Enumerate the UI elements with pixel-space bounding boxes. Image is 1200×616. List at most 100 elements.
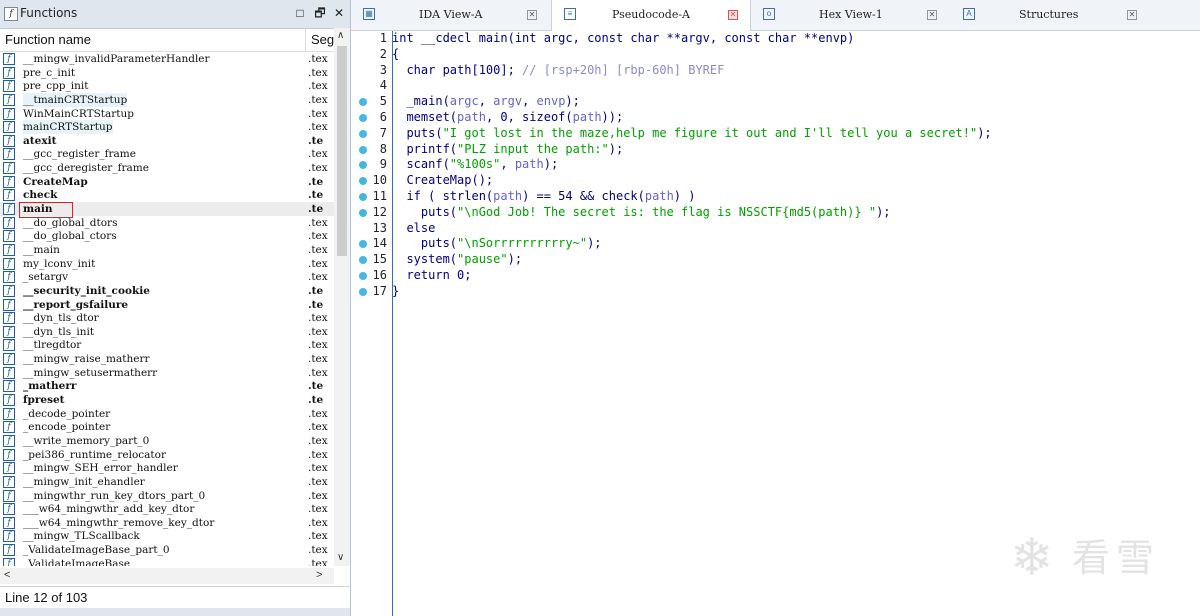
pseudocode-icon: ≡ [564, 8, 576, 20]
functions-list[interactable]: f __mingw_invalidParameterHandler .tex f pre… [0, 52, 334, 566]
close-window-button[interactable]: ✕ [331, 5, 347, 21]
function-row[interactable]: f _setargv .tex [0, 270, 334, 284]
scroll-up-icon[interactable]: ∧ [337, 30, 344, 41]
tab-structures[interactable]: A Structures ✕ [951, 0, 1151, 30]
function-row[interactable]: f __main .tex [0, 243, 334, 257]
function-row[interactable]: f __gcc_register_frame .tex [0, 147, 334, 161]
function-row[interactable]: f WinMainCRTStartup .tex [0, 107, 334, 121]
code-line[interactable]: 17} [351, 284, 1200, 300]
functions-horizontal-scrollbar[interactable]: < > [0, 568, 334, 584]
function-row[interactable]: f CreateMap .te [0, 175, 334, 189]
function-row[interactable]: f pre_c_init .tex [0, 66, 334, 80]
tab-ida-view-a[interactable]: ▦ IDA View-A ✕ [351, 0, 551, 30]
column-separator[interactable] [305, 29, 306, 51]
scroll-right-icon[interactable]: > [316, 569, 322, 581]
column-function-name[interactable]: Function name [5, 32, 91, 47]
function-row[interactable]: f __mingw_init_ehandler .tex [0, 475, 334, 489]
function-segment: .tex [308, 407, 328, 420]
function-row[interactable]: f __gcc_deregister_frame .tex [0, 161, 334, 175]
float-window-button[interactable]: 🗗 [312, 5, 328, 21]
function-row[interactable]: f _decode_pointer .tex [0, 407, 334, 421]
code-line[interactable]: 5 _main(argc, argv, envp); [351, 94, 1200, 110]
function-name: _ValidateImageBase_part_0 [23, 544, 170, 557]
line-number: 3 [379, 62, 387, 77]
code-line[interactable]: 15 system("pause"); [351, 252, 1200, 268]
function-name: __mingwthr_run_key_dtors_part_0 [23, 489, 206, 502]
function-row[interactable]: f __mingw_invalidParameterHandler .tex [0, 52, 334, 66]
code-line[interactable]: 7 puts("I got lost in the maze,help me f… [351, 126, 1200, 142]
function-row[interactable]: f __report_gsfailure .te [0, 298, 334, 312]
function-row[interactable]: f fpreset .te [0, 393, 334, 407]
function-segment: .tex [308, 230, 328, 243]
code-line[interactable]: 10 CreateMap(); [351, 173, 1200, 189]
function-row[interactable]: f ___w64_mingwthr_add_key_dtor .tex [0, 502, 334, 516]
function-row[interactable]: f _encode_pointer .tex [0, 420, 334, 434]
close-tab-icon[interactable]: ✕ [527, 10, 537, 20]
function-icon: f [3, 298, 15, 311]
function-icon: f [3, 257, 15, 270]
restore-window-button[interactable]: □ [292, 5, 308, 21]
tab-pseudocode-a[interactable]: ≡ Pseudocode-A ✕ [551, 0, 751, 31]
function-icon: f [3, 312, 15, 325]
scroll-thumb[interactable] [337, 46, 347, 256]
code-line[interactable]: 11 if ( strlen(path) == 54 && check(path… [351, 189, 1200, 205]
column-segment[interactable]: Seg [311, 32, 334, 47]
line-number: 4 [379, 78, 387, 93]
function-row[interactable]: f _pei386_runtime_relocator .tex [0, 448, 334, 462]
code-line[interactable]: 12 puts("\nGod Job! The secret is: the f… [351, 205, 1200, 221]
function-row[interactable]: f my_lconv_init .tex [0, 257, 334, 271]
function-name: __mingw_TLScallback [23, 530, 140, 543]
function-row[interactable]: f _ValidateImageBase_part_0 .tex [0, 543, 334, 557]
line-number: 12 [372, 204, 387, 219]
line-number: 2 [379, 46, 387, 61]
function-row[interactable]: f _matherr .te [0, 379, 334, 393]
function-row[interactable]: f __security_init_cookie .te [0, 284, 334, 298]
functions-vertical-scrollbar[interactable]: ∧ ∨ [334, 28, 350, 566]
function-segment: .te [308, 175, 324, 188]
function-row[interactable]: f _ValidateImageBase .tex [0, 557, 334, 566]
function-row[interactable]: f __mingw_raise_matherr .tex [0, 352, 334, 366]
code-line[interactable]: 4 [351, 78, 1200, 94]
code-line[interactable]: 2{ [351, 47, 1200, 63]
code-line[interactable]: 14 puts("\nSorrrrrrrrrry~"); [351, 236, 1200, 252]
function-row[interactable]: f __mingw_SEH_error_handler .tex [0, 461, 334, 475]
function-row[interactable]: f ___w64_mingwthr_remove_key_dtor .tex [0, 516, 334, 530]
line-number: 16 [372, 267, 387, 282]
code-text: system("pause"); [392, 252, 523, 267]
function-row[interactable]: f __do_global_ctors .tex [0, 229, 334, 243]
function-row[interactable]: f __mingw_TLScallback .tex [0, 529, 334, 543]
code-line[interactable]: 9 scanf("%100s", path); [351, 157, 1200, 173]
close-tab-icon[interactable]: ✕ [927, 10, 937, 20]
function-row[interactable]: f atexit .te [0, 134, 334, 148]
function-row[interactable]: f __mingw_setusermatherr .tex [0, 366, 334, 380]
function-row[interactable]: f __write_memory_part_0 .tex [0, 434, 334, 448]
function-segment: .tex [308, 366, 328, 379]
code-line[interactable]: 16 return 0; [351, 268, 1200, 284]
close-tab-icon[interactable]: ✕ [1127, 10, 1137, 20]
functions-title: Functions [20, 6, 78, 20]
scroll-down-icon[interactable]: ∨ [337, 552, 344, 563]
code-text: puts("\nSorrrrrrrrrry~"); [392, 236, 602, 251]
function-segment: .tex [308, 462, 328, 475]
code-line[interactable]: 8 printf("PLZ input the path:"); [351, 142, 1200, 158]
function-row[interactable]: f check .te [0, 188, 334, 202]
tab-hex-view-1[interactable]: o Hex View-1 ✕ [751, 0, 951, 30]
function-row[interactable]: f __tlregdtor .tex [0, 338, 334, 352]
function-row[interactable]: f __dyn_tls_init .tex [0, 325, 334, 339]
function-name: __mingw_invalidParameterHandler [23, 53, 210, 65]
function-row[interactable]: f __dyn_tls_dtor .tex [0, 311, 334, 325]
function-row[interactable]: f mainCRTStartup .tex [0, 120, 334, 135]
function-row[interactable]: f pre_cpp_init .tex [0, 79, 334, 93]
function-row[interactable]: f __tmainCRTStartup .tex [0, 92, 334, 107]
function-row[interactable]: f __mingwthr_run_key_dtors_part_0 .tex [0, 489, 334, 503]
code-line[interactable]: 3 char path[100]; // [rsp+20h] [rbp-60h]… [351, 63, 1200, 79]
scroll-left-icon[interactable]: < [4, 569, 10, 581]
function-segment: .tex [308, 448, 328, 461]
function-segment: .tex [308, 421, 328, 434]
function-segment: .tex [308, 325, 328, 338]
code-line[interactable]: 6 memset(path, 0, sizeof(path)); [351, 110, 1200, 126]
close-tab-icon[interactable]: ✕ [728, 10, 738, 20]
code-line[interactable]: 13 else [351, 221, 1200, 237]
code-line[interactable]: 1 int __cdecl main(int argc, const char *… [351, 31, 1200, 47]
function-icon: f [3, 448, 15, 461]
